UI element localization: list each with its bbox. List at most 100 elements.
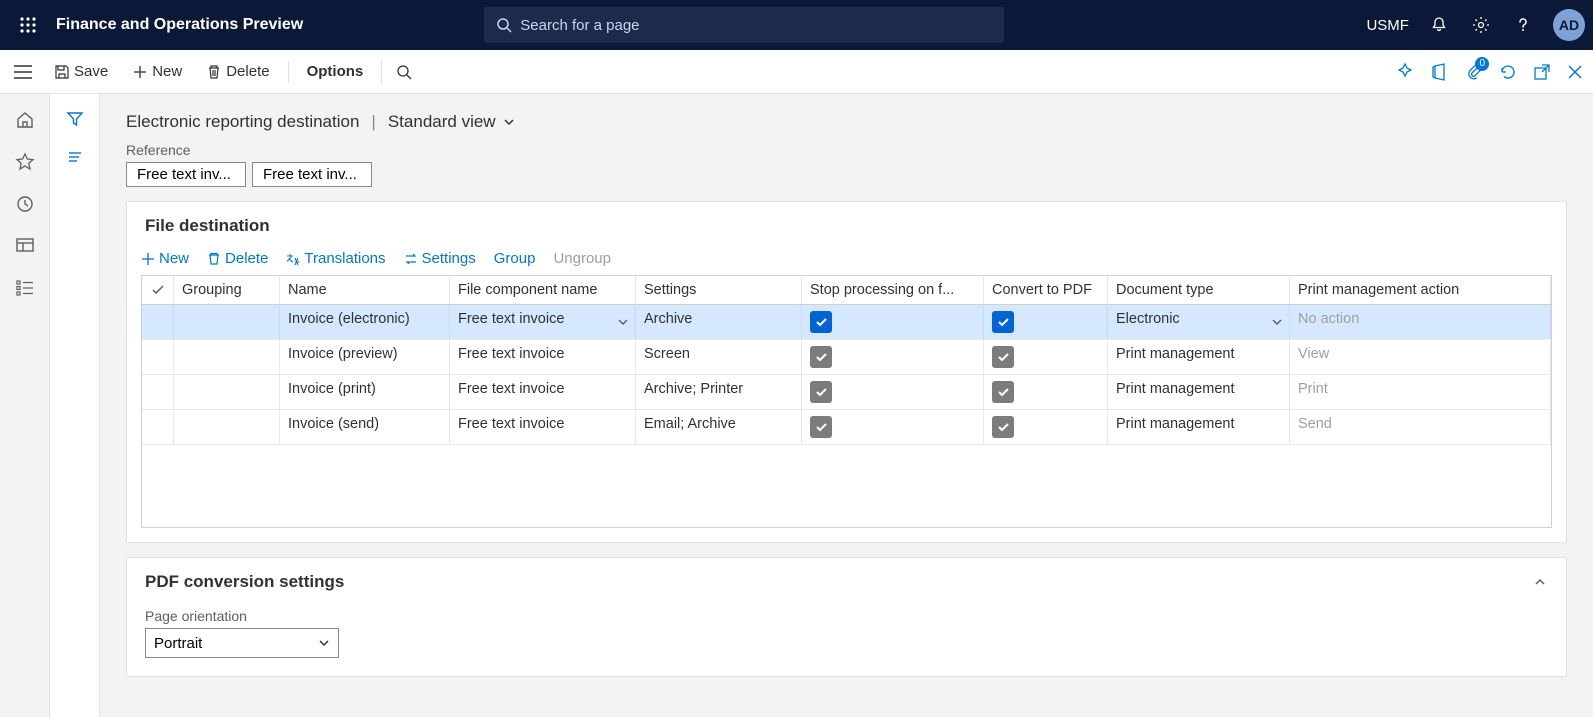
- table-row[interactable]: Invoice (print)Free text invoiceArchive;…: [142, 375, 1551, 410]
- stop-checkbox[interactable]: [810, 346, 832, 368]
- settings-button[interactable]: [1469, 13, 1493, 37]
- cell-stop[interactable]: [802, 410, 984, 444]
- table-row[interactable]: Invoice (electronic)Free text invoiceArc…: [142, 305, 1551, 340]
- cell-file-component[interactable]: Free text invoice: [450, 305, 636, 339]
- grid-settings-button[interactable]: Settings: [404, 250, 476, 267]
- options-button[interactable]: Options: [297, 59, 374, 84]
- copilot-button[interactable]: [1395, 62, 1415, 82]
- cell-convert-pdf[interactable]: [984, 375, 1108, 409]
- cell-doc-type[interactable]: Print management: [1108, 410, 1290, 444]
- cell-print-action[interactable]: View: [1290, 340, 1551, 374]
- global-search[interactable]: Search for a page: [484, 7, 1004, 43]
- cell-name[interactable]: Invoice (send): [280, 410, 450, 444]
- cell-grouping[interactable]: [174, 375, 280, 409]
- cell-file-component[interactable]: Free text invoice: [450, 375, 636, 409]
- cell-file-component[interactable]: Free text invoice: [450, 410, 636, 444]
- row-selector[interactable]: [142, 305, 174, 339]
- app-title: Finance and Operations Preview: [56, 16, 303, 34]
- plus-icon: [141, 252, 155, 266]
- filter-button[interactable]: [66, 110, 84, 128]
- cell-settings[interactable]: Archive: [636, 305, 802, 339]
- legal-entity[interactable]: USMF: [1366, 17, 1409, 34]
- stop-checkbox[interactable]: [810, 416, 832, 438]
- cell-name[interactable]: Invoice (print): [280, 375, 450, 409]
- notifications-button[interactable]: [1427, 13, 1451, 37]
- cell-stop[interactable]: [802, 340, 984, 374]
- view-selector[interactable]: Standard view: [388, 112, 516, 132]
- row-selector[interactable]: [142, 340, 174, 374]
- col-print-action[interactable]: Print management action: [1290, 276, 1551, 304]
- cell-file-component[interactable]: Free text invoice: [450, 340, 636, 374]
- grid-translations-button[interactable]: Translations: [286, 250, 385, 267]
- office-button[interactable]: [1431, 63, 1449, 81]
- related-button[interactable]: [66, 148, 84, 166]
- cell-print-action[interactable]: No action: [1290, 305, 1551, 339]
- cell-stop[interactable]: [802, 375, 984, 409]
- table-row[interactable]: Invoice (send)Free text invoiceEmail; Ar…: [142, 410, 1551, 445]
- cell-stop[interactable]: [802, 305, 984, 339]
- close-button[interactable]: [1567, 64, 1583, 80]
- reference-field[interactable]: Free text inv...: [252, 162, 372, 187]
- cell-settings[interactable]: Screen: [636, 340, 802, 374]
- cell-settings[interactable]: Archive; Printer: [636, 375, 802, 409]
- stop-checkbox[interactable]: [810, 311, 832, 333]
- select-all-header[interactable]: [142, 276, 174, 304]
- grid-new-button[interactable]: New: [141, 250, 189, 267]
- refresh-button[interactable]: [1499, 63, 1517, 81]
- reference-field[interactable]: Free text inv...: [126, 162, 246, 187]
- page-header: Electronic reporting destination | Stand…: [100, 94, 1593, 142]
- grid-group-button[interactable]: Group: [494, 250, 536, 267]
- cell-convert-pdf[interactable]: [984, 305, 1108, 339]
- stop-checkbox[interactable]: [810, 381, 832, 403]
- pdf-checkbox[interactable]: [992, 346, 1014, 368]
- orientation-select[interactable]: Portrait: [145, 628, 339, 658]
- col-convert-pdf[interactable]: Convert to PDF: [984, 276, 1108, 304]
- collapse-button[interactable]: [1532, 574, 1548, 590]
- cell-name[interactable]: Invoice (electronic): [280, 305, 450, 339]
- pdf-checkbox[interactable]: [992, 381, 1014, 403]
- cell-doc-type[interactable]: Electronic: [1108, 305, 1290, 339]
- find-button[interactable]: [390, 60, 418, 84]
- new-label: New: [152, 63, 182, 80]
- new-button[interactable]: New: [122, 59, 192, 84]
- pdf-checkbox[interactable]: [992, 311, 1014, 333]
- cell-doc-type[interactable]: Print management: [1108, 340, 1290, 374]
- cell-name[interactable]: Invoice (preview): [280, 340, 450, 374]
- col-name[interactable]: Name: [280, 276, 450, 304]
- cell-print-action[interactable]: Print: [1290, 375, 1551, 409]
- row-selector[interactable]: [142, 375, 174, 409]
- col-grouping[interactable]: Grouping: [174, 276, 280, 304]
- cell-doc-type[interactable]: Print management: [1108, 375, 1290, 409]
- recent-button[interactable]: [15, 194, 35, 214]
- cell-settings[interactable]: Email; Archive: [636, 410, 802, 444]
- col-document-type[interactable]: Document type: [1108, 276, 1290, 304]
- modules-button[interactable]: [15, 278, 35, 298]
- home-button[interactable]: [15, 110, 35, 130]
- col-file-component[interactable]: File component name: [450, 276, 636, 304]
- swap-icon: [404, 252, 418, 266]
- col-settings[interactable]: Settings: [636, 276, 802, 304]
- favorites-button[interactable]: [15, 152, 35, 172]
- help-button[interactable]: [1511, 13, 1535, 37]
- app-launcher-button[interactable]: [8, 16, 48, 34]
- save-button[interactable]: Save: [44, 59, 118, 84]
- trash-icon: [206, 64, 222, 80]
- delete-button[interactable]: Delete: [196, 59, 279, 84]
- cell-grouping[interactable]: [174, 340, 280, 374]
- cell-grouping[interactable]: [174, 410, 280, 444]
- col-stop[interactable]: Stop processing on f...: [802, 276, 984, 304]
- nav-toggle-button[interactable]: [6, 55, 40, 89]
- grid-delete-button[interactable]: Delete: [207, 250, 268, 267]
- workspaces-button[interactable]: [15, 236, 35, 256]
- cell-convert-pdf[interactable]: [984, 340, 1108, 374]
- row-selector[interactable]: [142, 410, 174, 444]
- popout-button[interactable]: [1533, 63, 1551, 81]
- pdf-checkbox[interactable]: [992, 416, 1014, 438]
- user-avatar[interactable]: AD: [1553, 9, 1585, 41]
- cell-print-action[interactable]: Send: [1290, 410, 1551, 444]
- cell-convert-pdf[interactable]: [984, 410, 1108, 444]
- table-row[interactable]: Invoice (preview)Free text invoiceScreen…: [142, 340, 1551, 375]
- hamburger-icon: [14, 65, 32, 79]
- cell-grouping[interactable]: [174, 305, 280, 339]
- attachments-button[interactable]: 0: [1465, 63, 1483, 81]
